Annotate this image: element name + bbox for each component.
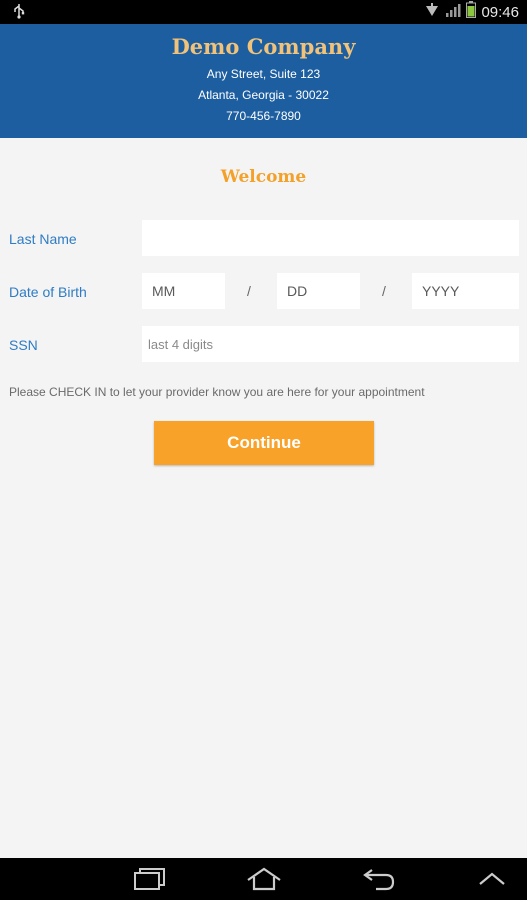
navigation-bar — [0, 858, 527, 900]
address-line-1: Any Street, Suite 123 — [206, 67, 321, 81]
phone-number: 770-456-7890 — [226, 109, 301, 123]
company-header: Demo Company Any Street, Suite 123 Atlan… — [0, 24, 527, 138]
dob-separator: / — [247, 283, 251, 299]
menu-up-icon[interactable] — [477, 870, 507, 893]
dob-day-input[interactable] — [277, 273, 360, 309]
ssn-input[interactable] — [142, 326, 519, 362]
status-bar: 09:46 — [0, 0, 527, 24]
checkin-screen: 09:46 Demo Company Any Street, Suite 123… — [0, 0, 527, 900]
ssn-label: SSN — [9, 337, 38, 353]
dob-month-input[interactable] — [142, 273, 225, 309]
last-name-label: Last Name — [9, 231, 77, 247]
address-line-2: Atlanta, Georgia - 30022 — [198, 88, 329, 102]
recent-apps-icon[interactable] — [133, 866, 167, 897]
company-name: Demo Company — [171, 34, 356, 59]
clock: 09:46 — [481, 3, 519, 21]
welcome-title: Welcome — [220, 167, 307, 187]
home-icon[interactable] — [245, 866, 283, 897]
dob-year-input[interactable] — [412, 273, 519, 309]
wifi-icon — [424, 2, 440, 23]
last-name-input[interactable] — [142, 220, 519, 256]
battery-icon — [466, 1, 477, 23]
dob-label: Date of Birth — [9, 284, 87, 300]
usb-icon — [12, 3, 26, 24]
checkin-instructions: Please CHECK IN to let your provider kno… — [9, 385, 425, 399]
continue-button[interactable]: Continue — [154, 421, 374, 465]
signal-icon — [445, 2, 461, 23]
dob-separator: / — [382, 283, 386, 299]
back-icon[interactable] — [362, 866, 396, 897]
